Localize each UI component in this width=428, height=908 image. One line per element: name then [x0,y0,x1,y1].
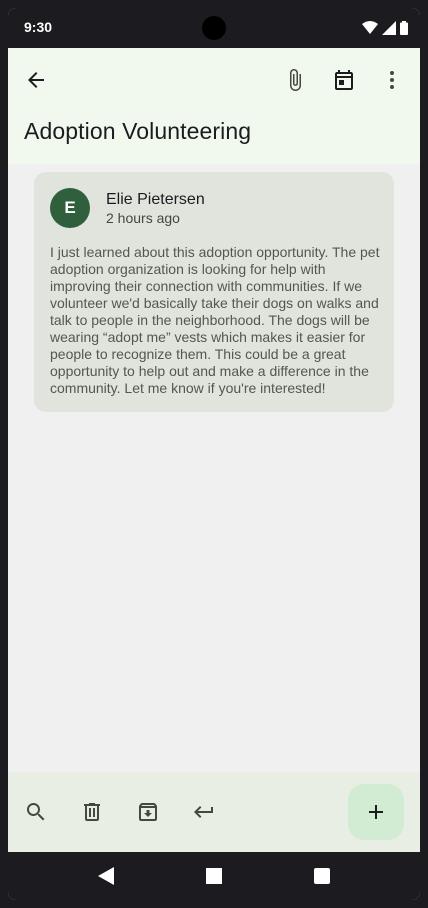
camera-cutout [202,16,226,40]
archive-button[interactable] [128,792,168,832]
signal-icon [382,21,396,35]
status-time: 9:30 [24,19,53,35]
add-fab[interactable] [348,784,404,840]
conversation: E Elie Pietersen 2 hours ago I just lear… [8,164,420,772]
page-title: Adoption Volunteering [24,118,252,144]
arrow-back-icon [28,72,44,88]
bottom-app-bar [8,772,420,852]
nav-home-icon [206,868,222,884]
message-time: 2 hours ago [106,210,180,226]
screen: 9:30 Adoption Volunteering E Elie Pieter… [8,8,420,900]
archive-icon [138,802,157,821]
delete-button[interactable] [72,792,112,832]
attach-button[interactable] [275,60,315,100]
nav-back-button[interactable] [94,864,118,888]
system-nav-bar [8,852,420,900]
back-button[interactable] [16,60,56,100]
wifi-icon [362,21,378,34]
nav-recents-icon [314,868,330,884]
attach-icon [290,69,301,91]
sender-name: Elie Pietersen [106,191,205,208]
more-options-button[interactable] [372,60,412,100]
more-vert-icon [390,71,394,89]
nav-home-button[interactable] [202,864,226,888]
search-button[interactable] [16,792,56,832]
message-card[interactable]: E Elie Pietersen 2 hours ago I just lear… [34,172,394,412]
reply-icon [194,806,213,818]
status-icons [362,20,408,36]
add-icon [369,805,383,819]
status-bar: 9:30 [8,8,420,48]
search-icon [27,803,45,821]
calendar-button[interactable] [324,60,364,100]
top-app-bar: Adoption Volunteering [8,48,420,164]
delete-icon [84,803,100,821]
calendar-icon [335,70,353,90]
avatar: E [50,188,90,228]
device: 9:30 Adoption Volunteering E Elie Pieter… [0,0,428,908]
battery-icon [400,21,408,35]
message-body: I just learned about this adoption oppor… [50,244,380,396]
nav-recents-button[interactable] [310,864,334,888]
nav-back-icon [98,867,114,885]
reply-button[interactable] [184,792,224,832]
